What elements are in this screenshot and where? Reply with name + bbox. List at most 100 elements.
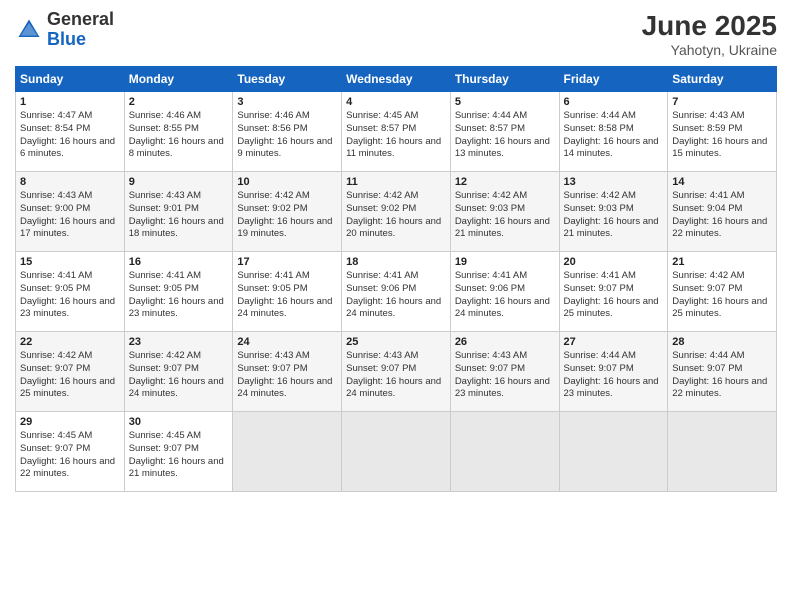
- header-row: Sunday Monday Tuesday Wednesday Thursday…: [16, 67, 777, 92]
- table-row: 2 Sunrise: 4:46 AMSunset: 8:55 PMDaylight…: [124, 92, 233, 172]
- table-row: 29Sunrise: 4:45 AMSunset: 9:07 PMDayligh…: [16, 412, 125, 492]
- calendar-week-row: 15Sunrise: 4:41 AMSunset: 9:05 PMDayligh…: [16, 252, 777, 332]
- day-number: 1: [20, 96, 120, 108]
- table-row: 12 Sunrise: 4:42 AMSunset: 9:03 PMDayligh…: [450, 172, 559, 252]
- day-info: Sunrise: 4:43 AMSunset: 9:07 PMDaylight:…: [455, 350, 555, 401]
- calendar-week-row: 1 Sunrise: 4:47 AMSunset: 8:54 PMDaylight…: [16, 92, 777, 172]
- day-info: Sunrise: 4:42 AMSunset: 9:07 PMDaylight:…: [20, 350, 120, 401]
- day-info: Sunrise: 4:45 AMSunset: 9:07 PMDaylight:…: [129, 430, 229, 481]
- table-row: 6 Sunrise: 4:44 AMSunset: 8:58 PMDaylight…: [559, 92, 668, 172]
- day-number: 14: [672, 176, 772, 188]
- logo-general: General: [47, 10, 114, 30]
- day-number: 3: [237, 96, 337, 108]
- table-row: 25 Sunrise: 4:43 AMSunset: 9:07 PMDayligh…: [342, 332, 451, 412]
- table-row: 27 Sunrise: 4:44 AMSunset: 9:07 PMDayligh…: [559, 332, 668, 412]
- day-number: 18: [346, 256, 446, 268]
- col-thursday: Thursday: [450, 67, 559, 92]
- col-monday: Monday: [124, 67, 233, 92]
- calendar-header: Sunday Monday Tuesday Wednesday Thursday…: [16, 67, 777, 92]
- day-info: Sunrise: 4:42 AMSunset: 9:02 PMDaylight:…: [346, 190, 446, 241]
- day-number: 27: [564, 336, 664, 348]
- day-info: Sunrise: 4:41 AMSunset: 9:05 PMDaylight:…: [20, 270, 120, 321]
- day-info: Sunrise: 4:47 AMSunset: 8:54 PMDaylight:…: [20, 110, 120, 161]
- day-info: Sunrise: 4:42 AMSunset: 9:03 PMDaylight:…: [455, 190, 555, 241]
- day-info: Sunrise: 4:43 AMSunset: 9:00 PMDaylight:…: [20, 190, 120, 241]
- month-title: June 2025: [642, 10, 777, 42]
- calendar-table: Sunday Monday Tuesday Wednesday Thursday…: [15, 66, 777, 492]
- day-number: 11: [346, 176, 446, 188]
- day-info: Sunrise: 4:44 AMSunset: 8:58 PMDaylight:…: [564, 110, 664, 161]
- day-number: 9: [129, 176, 229, 188]
- day-info: Sunrise: 4:42 AMSunset: 9:07 PMDaylight:…: [129, 350, 229, 401]
- day-info: Sunrise: 4:45 AMSunset: 8:57 PMDaylight:…: [346, 110, 446, 161]
- day-info: Sunrise: 4:43 AMSunset: 9:07 PMDaylight:…: [237, 350, 337, 401]
- day-info: Sunrise: 4:46 AMSunset: 8:56 PMDaylight:…: [237, 110, 337, 161]
- table-row: 23 Sunrise: 4:42 AMSunset: 9:07 PMDayligh…: [124, 332, 233, 412]
- day-info: Sunrise: 4:42 AMSunset: 9:07 PMDaylight:…: [672, 270, 772, 321]
- day-number: 12: [455, 176, 555, 188]
- day-info: Sunrise: 4:41 AMSunset: 9:05 PMDaylight:…: [237, 270, 337, 321]
- day-info: Sunrise: 4:44 AMSunset: 9:07 PMDaylight:…: [564, 350, 664, 401]
- day-number: 30: [129, 416, 229, 428]
- day-info: Sunrise: 4:41 AMSunset: 9:07 PMDaylight:…: [564, 270, 664, 321]
- col-tuesday: Tuesday: [233, 67, 342, 92]
- day-number: 19: [455, 256, 555, 268]
- table-row: 10Sunrise: 4:42 AMSunset: 9:02 PMDayligh…: [233, 172, 342, 252]
- table-row: 21 Sunrise: 4:42 AMSunset: 9:07 PMDayligh…: [668, 252, 777, 332]
- table-row: [342, 412, 451, 492]
- day-number: 25: [346, 336, 446, 348]
- table-row: 28Sunrise: 4:44 AMSunset: 9:07 PMDayligh…: [668, 332, 777, 412]
- table-row: 22 Sunrise: 4:42 AMSunset: 9:07 PMDayligh…: [16, 332, 125, 412]
- table-row: 19 Sunrise: 4:41 AMSunset: 9:06 PMDayligh…: [450, 252, 559, 332]
- day-info: Sunrise: 4:43 AMSunset: 8:59 PMDaylight:…: [672, 110, 772, 161]
- day-number: 29: [20, 416, 120, 428]
- table-row: [233, 412, 342, 492]
- day-info: Sunrise: 4:43 AMSunset: 9:07 PMDaylight:…: [346, 350, 446, 401]
- table-row: 26Sunrise: 4:43 AMSunset: 9:07 PMDayligh…: [450, 332, 559, 412]
- logo-blue: Blue: [47, 30, 114, 50]
- day-info: Sunrise: 4:41 AMSunset: 9:05 PMDaylight:…: [129, 270, 229, 321]
- day-number: 22: [20, 336, 120, 348]
- table-row: 17 Sunrise: 4:41 AMSunset: 9:05 PMDayligh…: [233, 252, 342, 332]
- col-wednesday: Wednesday: [342, 67, 451, 92]
- day-info: Sunrise: 4:46 AMSunset: 8:55 PMDaylight:…: [129, 110, 229, 161]
- table-row: 13Sunrise: 4:42 AMSunset: 9:03 PMDayligh…: [559, 172, 668, 252]
- table-row: 8 Sunrise: 4:43 AMSunset: 9:00 PMDaylight…: [16, 172, 125, 252]
- logo-icon: [15, 16, 43, 44]
- day-info: Sunrise: 4:41 AMSunset: 9:06 PMDaylight:…: [346, 270, 446, 321]
- day-number: 17: [237, 256, 337, 268]
- table-row: 20 Sunrise: 4:41 AMSunset: 9:07 PMDayligh…: [559, 252, 668, 332]
- day-number: 6: [564, 96, 664, 108]
- day-number: 21: [672, 256, 772, 268]
- table-row: 3 Sunrise: 4:46 AMSunset: 8:56 PMDaylight…: [233, 92, 342, 172]
- table-row: 30 Sunrise: 4:45 AMSunset: 9:07 PMDayligh…: [124, 412, 233, 492]
- day-number: 20: [564, 256, 664, 268]
- day-number: 10: [237, 176, 337, 188]
- day-number: 2: [129, 96, 229, 108]
- header: General Blue June 2025 Yahotyn, Ukraine: [15, 10, 777, 58]
- calendar-week-row: 29 Sunrise: 4:45 AMSunset: 9:07 PMDayligh…: [16, 412, 777, 492]
- day-number: 23: [129, 336, 229, 348]
- table-row: 16 Sunrise: 4:41 AMSunset: 9:05 PMDayligh…: [124, 252, 233, 332]
- calendar-body: 1 Sunrise: 4:47 AMSunset: 8:54 PMDaylight…: [16, 92, 777, 492]
- day-number: 5: [455, 96, 555, 108]
- day-number: 8: [20, 176, 120, 188]
- table-row: 24 Sunrise: 4:43 AMSunset: 9:07 PMDayligh…: [233, 332, 342, 412]
- logo: General Blue: [15, 10, 114, 50]
- table-row: 18 Sunrise: 4:41 AMSunset: 9:06 PMDayligh…: [342, 252, 451, 332]
- subtitle: Yahotyn, Ukraine: [642, 42, 777, 58]
- col-saturday: Saturday: [668, 67, 777, 92]
- table-row: [559, 412, 668, 492]
- table-row: [668, 412, 777, 492]
- day-info: Sunrise: 4:41 AMSunset: 9:06 PMDaylight:…: [455, 270, 555, 321]
- day-info: Sunrise: 4:44 AMSunset: 9:07 PMDaylight:…: [672, 350, 772, 401]
- table-row: 14Sunrise: 4:41 AMSunset: 9:04 PMDayligh…: [668, 172, 777, 252]
- day-number: 16: [129, 256, 229, 268]
- table-row: 4 Sunrise: 4:45 AMSunset: 8:57 PMDaylight…: [342, 92, 451, 172]
- day-number: 7: [672, 96, 772, 108]
- day-number: 4: [346, 96, 446, 108]
- table-row: 7 Sunrise: 4:43 AMSunset: 8:59 PMDaylight…: [668, 92, 777, 172]
- day-number: 13: [564, 176, 664, 188]
- table-row: 15Sunrise: 4:41 AMSunset: 9:05 PMDayligh…: [16, 252, 125, 332]
- day-number: 24: [237, 336, 337, 348]
